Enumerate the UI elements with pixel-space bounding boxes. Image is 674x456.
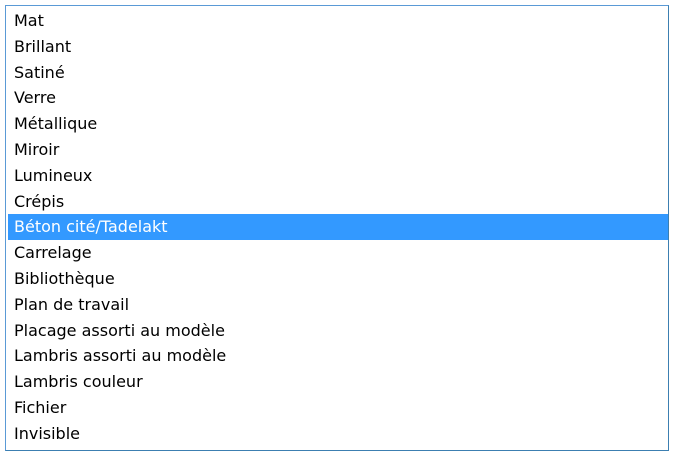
- material-listbox[interactable]: Mat Brillant Satiné Verre Métallique Mir…: [5, 5, 669, 451]
- list-item-bibliotheque[interactable]: Bibliothèque: [8, 266, 668, 292]
- list-item-lumineux[interactable]: Lumineux: [8, 163, 668, 189]
- list-item-miroir[interactable]: Miroir: [8, 137, 668, 163]
- list-item-mat[interactable]: Mat: [8, 8, 668, 34]
- list-item-verre[interactable]: Verre: [8, 85, 668, 111]
- list-item-carrelage[interactable]: Carrelage: [8, 240, 668, 266]
- list-item-fichier[interactable]: Fichier: [8, 395, 668, 421]
- list-item-brillant[interactable]: Brillant: [8, 34, 668, 60]
- list-item-beton-cite-tadelakt[interactable]: Béton cité/Tadelakt: [8, 214, 668, 241]
- list-item-satine[interactable]: Satiné: [8, 60, 668, 86]
- list-item-metallique[interactable]: Métallique: [8, 111, 668, 137]
- list-item-invisible[interactable]: Invisible: [8, 421, 668, 447]
- list-item-lambris-couleur[interactable]: Lambris couleur: [8, 369, 668, 395]
- list-item-placage-assorti[interactable]: Placage assorti au modèle: [8, 318, 668, 344]
- material-list: Mat Brillant Satiné Verre Métallique Mir…: [8, 8, 668, 447]
- list-item-lambris-assorti[interactable]: Lambris assorti au modèle: [8, 343, 668, 369]
- list-item-crepis[interactable]: Crépis: [8, 189, 668, 215]
- list-item-plan-de-travail[interactable]: Plan de travail: [8, 292, 668, 318]
